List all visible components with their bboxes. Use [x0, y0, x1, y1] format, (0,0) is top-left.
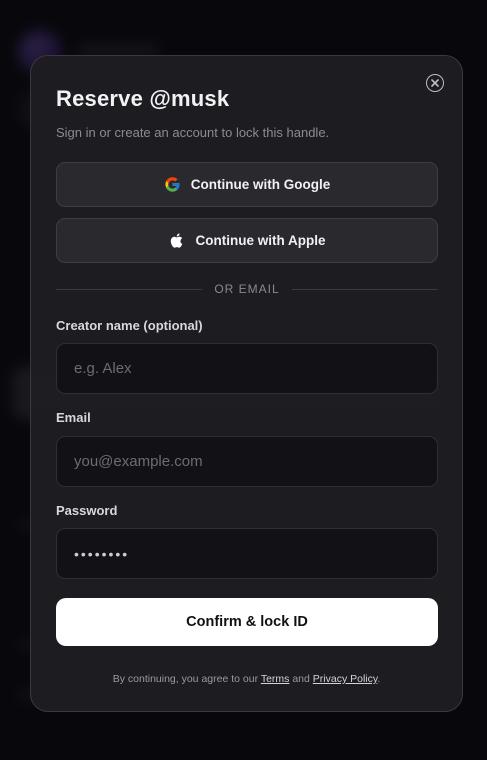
continue-with-google-button[interactable]: Continue with Google	[56, 162, 438, 207]
continue-with-apple-button[interactable]: Continue with Apple	[56, 218, 438, 263]
email-label: Email	[56, 410, 91, 425]
apple-icon	[170, 233, 182, 248]
creator-name-input[interactable]	[56, 343, 438, 394]
legal-text: By continuing, you agree to our Terms an…	[31, 673, 462, 685]
terms-link[interactable]: Terms	[261, 673, 290, 685]
divider-line	[292, 289, 438, 290]
legal-suffix: .	[377, 673, 381, 685]
or-email-divider: OR EMAIL	[56, 281, 438, 297]
close-icon	[431, 79, 439, 87]
google-icon	[165, 177, 180, 192]
apple-button-label: Continue with Apple	[195, 233, 326, 248]
google-button-label: Continue with Google	[190, 177, 331, 192]
modal-title: Reserve @musk	[56, 86, 230, 111]
reserve-handle-modal: Reserve @musk Sign in or create an accou…	[30, 55, 463, 712]
privacy-policy-link[interactable]: Privacy Policy	[313, 673, 378, 685]
confirm-lock-id-button[interactable]: Confirm & lock ID	[56, 598, 438, 646]
email-input[interactable]	[56, 436, 438, 487]
legal-and: and	[292, 673, 310, 685]
legal-prefix: By continuing, you agree to our	[112, 673, 259, 685]
creator-name-label: Creator name (optional)	[56, 318, 203, 333]
close-button[interactable]	[426, 74, 444, 92]
modal-subtitle: Sign in or create an account to lock thi…	[56, 125, 330, 140]
password-input[interactable]	[56, 528, 438, 579]
password-label: Password	[56, 503, 118, 518]
